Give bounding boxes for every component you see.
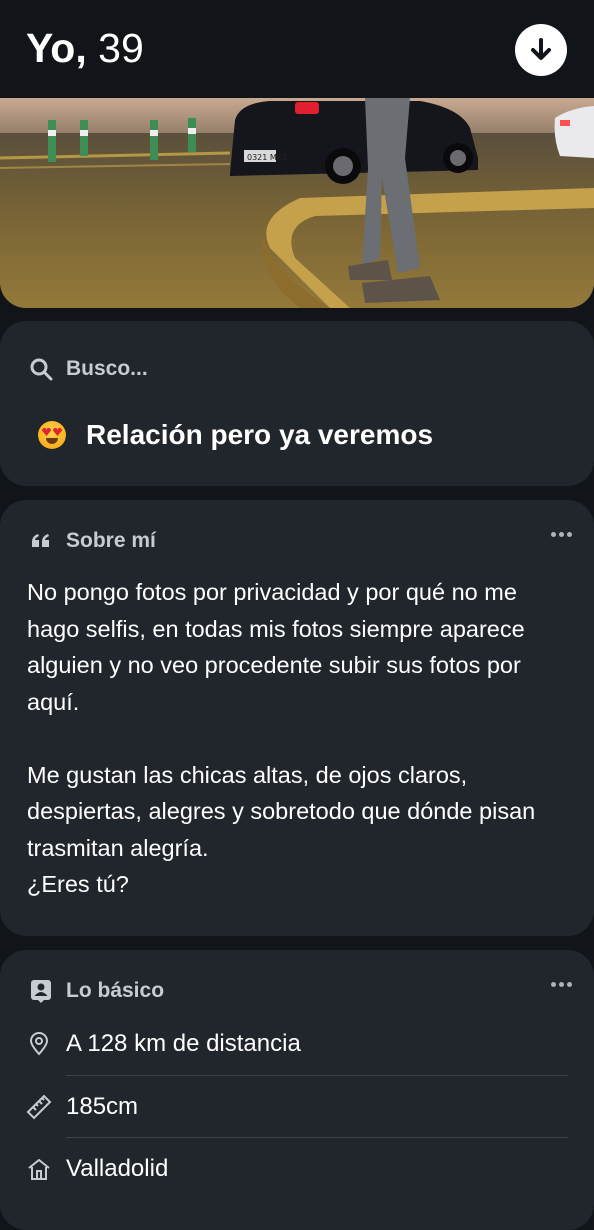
collapse-profile-button[interactable] [515,24,567,76]
basics-header: Lo básico [28,978,164,1004]
license-plate: 0321 MKZ [247,153,288,162]
looking-for-value: Relación pero ya veremos [86,419,434,450]
looking-for-title: Busco... [66,357,148,380]
about-paragraph-2: Me gustan las chicas altas, de ojos clar… [27,761,536,898]
profile-photo[interactable]: 0321 MKZ [0,98,594,308]
basics-more-options-icon[interactable] [548,978,574,990]
home-icon [26,1156,52,1182]
looking-for-card: Busco... Relación pero ya veremos [0,321,594,486]
profile-name: Yo, [26,25,87,71]
profile-age: 39 [98,25,144,71]
basic-item-label: A 128 km de distancia [66,1030,301,1057]
profile-name-age: Yo, 39 [26,24,144,72]
about-more-options-icon[interactable] [548,528,574,540]
basic-item-label: 185cm [66,1093,139,1120]
basic-item-label: Valladolid [66,1155,169,1182]
arrow-down-circle-icon [531,38,551,60]
ruler-icon [26,1094,52,1120]
photo-scene: 0321 MKZ [0,98,594,308]
basic-item-height: 185cm [26,1076,568,1138]
quote-icon [28,528,54,554]
search-icon [28,356,54,382]
about-paragraph-1: No pongo fotos por privacidad y por qué … [27,579,525,715]
id-badge-icon [28,978,54,1004]
basic-item-distance: A 128 km de distancia [26,1013,568,1075]
about-me-text: No pongo fotos por privacidad y por qué … [27,574,572,903]
about-me-card: Sobre mí No pongo fotos por privacidad y… [0,500,594,936]
looking-for-header: Busco... [28,356,148,382]
profile-header: Yo, 39 [0,0,594,98]
basic-item-hometown: Valladolid [26,1138,568,1200]
basics-card: Lo básico A 128 km de distancia 185cm Va… [0,950,594,1230]
basics-title: Lo básico [66,979,165,1002]
location-pin-icon [26,1031,52,1057]
about-me-title: Sobre mí [66,529,156,552]
looking-for-value-row: Relación pero ya veremos [38,419,433,451]
about-me-header: Sobre mí [28,528,156,554]
heart-eyes-emoji-icon [38,421,66,449]
